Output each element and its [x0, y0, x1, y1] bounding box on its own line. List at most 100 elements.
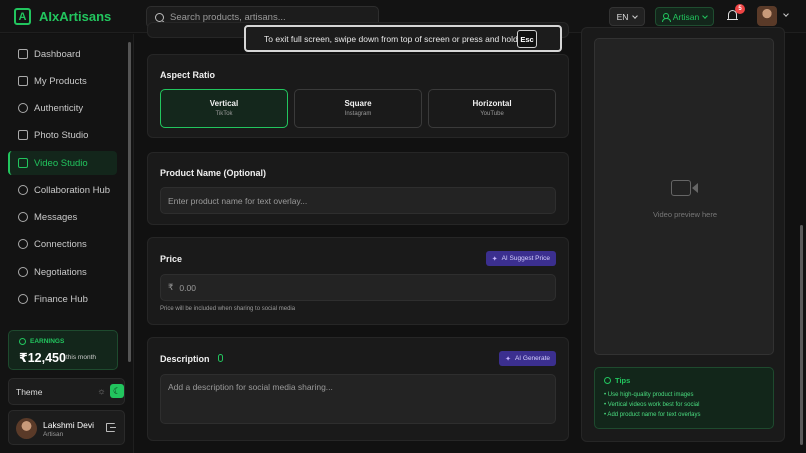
- ratio-label: Square: [344, 99, 372, 108]
- sparkle-icon: ✦: [491, 255, 498, 263]
- tip-item: • Vertical videos work best for social: [604, 402, 700, 408]
- handshake-icon: [18, 267, 28, 277]
- tips-title: Tips: [615, 376, 631, 385]
- video-camera-icon: [671, 180, 698, 196]
- chevron-down-icon: [632, 12, 639, 19]
- price-card: Price ✦ AI Suggest Price ₹ 0.00 Price wi…: [147, 237, 569, 325]
- app-root: A AIxArtisans EN Artisan 5 Dashboard: [0, 0, 806, 453]
- preview-panel: Video preview here Tips • Use high-quali…: [581, 27, 785, 442]
- users-icon: [18, 185, 28, 195]
- main-scrollbar[interactable]: [800, 225, 803, 445]
- link-icon: [18, 239, 28, 249]
- ratio-sub-label: YouTube: [480, 111, 504, 117]
- sidebar-item-my-products[interactable]: My Products: [8, 69, 117, 93]
- sidebar-item-dashboard[interactable]: Dashboard: [8, 42, 117, 66]
- sidebar-item-label: My Products: [34, 75, 87, 87]
- ratio-sub-label: Instagram: [344, 111, 372, 117]
- camera-icon: [18, 130, 28, 140]
- sidebar-scrollbar[interactable]: [128, 42, 131, 362]
- role-label: Artisan: [672, 11, 700, 22]
- microphone-icon[interactable]: [218, 354, 223, 362]
- toast-message: To exit full screen, swipe down from top…: [264, 33, 518, 44]
- avatar[interactable]: [16, 418, 37, 439]
- ratio-square-button[interactable]: Square Instagram: [294, 89, 422, 128]
- ratio-vertical-button[interactable]: Vertical TikTok: [160, 89, 288, 128]
- sidebar-item-connections[interactable]: Connections: [8, 232, 117, 256]
- sidebar-item-authenticity[interactable]: Authenticity: [8, 96, 117, 120]
- sidebar-item-video-studio[interactable]: Video Studio: [8, 151, 117, 175]
- sidebar-item-label: Connections: [34, 238, 87, 250]
- search-input[interactable]: [170, 11, 370, 23]
- price-hint: Price will be included when sharing to s…: [160, 306, 296, 312]
- ratio-label: Horizontal: [472, 99, 512, 108]
- fullscreen-toast: To exit full screen, swipe down from top…: [244, 25, 562, 52]
- ai-generate-label: AI Generate: [514, 355, 550, 362]
- description-card: Description ✦ AI Generate Add a descript…: [147, 337, 569, 441]
- language-label: EN: [616, 11, 629, 22]
- esc-key: Esc: [517, 30, 537, 48]
- dollar-icon: [19, 338, 26, 345]
- product-name-input[interactable]: Enter product name for text overlay...: [160, 187, 556, 214]
- earnings-card: EARNINGS ₹12,450 this month: [8, 330, 118, 370]
- ratio-sub-label: TikTok: [215, 111, 233, 117]
- sidebar-item-label: Finance Hub: [34, 293, 88, 305]
- video-preview: Video preview here: [594, 38, 774, 355]
- role-selector[interactable]: Artisan: [655, 7, 714, 26]
- message-icon: [18, 212, 28, 222]
- price-title: Price: [160, 254, 183, 264]
- app-name[interactable]: AIxArtisans: [39, 9, 111, 24]
- sidebar-item-label: Photo Studio: [34, 129, 89, 141]
- check-circle-icon: [18, 103, 28, 113]
- preview-placeholder: Video preview here: [652, 210, 718, 219]
- search-icon: [155, 12, 164, 22]
- ai-generate-button[interactable]: ✦ AI Generate: [499, 351, 556, 366]
- sidebar-item-label: Video Studio: [34, 157, 88, 169]
- earnings-period: this month: [66, 354, 96, 361]
- tip-item: • Use high-quality product images: [604, 392, 694, 398]
- sidebar-item-photo-studio[interactable]: Photo Studio: [8, 123, 117, 147]
- price-input[interactable]: ₹ 0.00: [160, 274, 556, 301]
- sidebar-item-label: Dashboard: [34, 48, 81, 60]
- info-icon: [604, 377, 611, 384]
- sidebar-item-label: Messages: [34, 211, 78, 223]
- sidebar-item-collaboration-hub[interactable]: Collaboration Hub: [8, 178, 117, 202]
- dollar-icon: [18, 294, 28, 304]
- ai-suggest-price-button[interactable]: ✦ AI Suggest Price: [485, 251, 556, 266]
- product-name-card: Product Name (Optional) Enter product na…: [147, 152, 569, 225]
- user-icon: [661, 12, 671, 22]
- sidebar-item-label: Authenticity: [34, 102, 84, 114]
- logout-icon[interactable]: [106, 423, 116, 432]
- price-placeholder: 0.00: [179, 282, 196, 293]
- avatar[interactable]: [757, 6, 777, 26]
- box-icon: [18, 76, 28, 86]
- sparkle-icon: ✦: [505, 355, 511, 363]
- ai-suggest-price-label: AI Suggest Price: [501, 255, 550, 262]
- earnings-value: ₹12,450: [19, 351, 66, 365]
- aspect-ratio-title: Aspect Ratio: [160, 70, 216, 80]
- sidebar-item-messages[interactable]: Messages: [8, 205, 117, 229]
- sun-icon[interactable]: ☼: [96, 386, 107, 397]
- notification-badge: 5: [735, 4, 745, 14]
- chevron-down-icon[interactable]: [783, 11, 789, 17]
- moon-icon[interactable]: ☾: [110, 384, 124, 398]
- language-selector[interactable]: EN: [609, 7, 645, 26]
- currency-symbol: ₹: [168, 282, 174, 292]
- sidebar-item-label: Collaboration Hub: [34, 184, 111, 196]
- ratio-horizontal-button[interactable]: Horizontal YouTube: [428, 89, 556, 128]
- tips-heading: Tips: [604, 376, 630, 385]
- theme-switcher: Theme ☼ ☾: [8, 378, 125, 405]
- sidebar-item-finance-hub[interactable]: Finance Hub: [8, 287, 117, 311]
- product-name-title: Product Name (Optional): [160, 168, 267, 178]
- profile-role: Artisan: [43, 431, 64, 438]
- description-title: Description: [160, 354, 210, 364]
- chevron-down-icon: [702, 12, 709, 19]
- profile-name: Lakshmi Devi: [43, 420, 95, 430]
- video-icon: [18, 158, 28, 168]
- earnings-label: EARNINGS: [19, 338, 64, 345]
- earnings-label-text: EARNINGS: [30, 338, 65, 345]
- logo-icon[interactable]: A: [14, 8, 31, 25]
- sidebar-item-negotiations[interactable]: Negotiations: [8, 260, 117, 284]
- description-textarea[interactable]: Add a description for social media shari…: [160, 374, 556, 424]
- tips-box: Tips • Use high-quality product images •…: [594, 367, 774, 429]
- ratio-label: Vertical: [209, 99, 239, 108]
